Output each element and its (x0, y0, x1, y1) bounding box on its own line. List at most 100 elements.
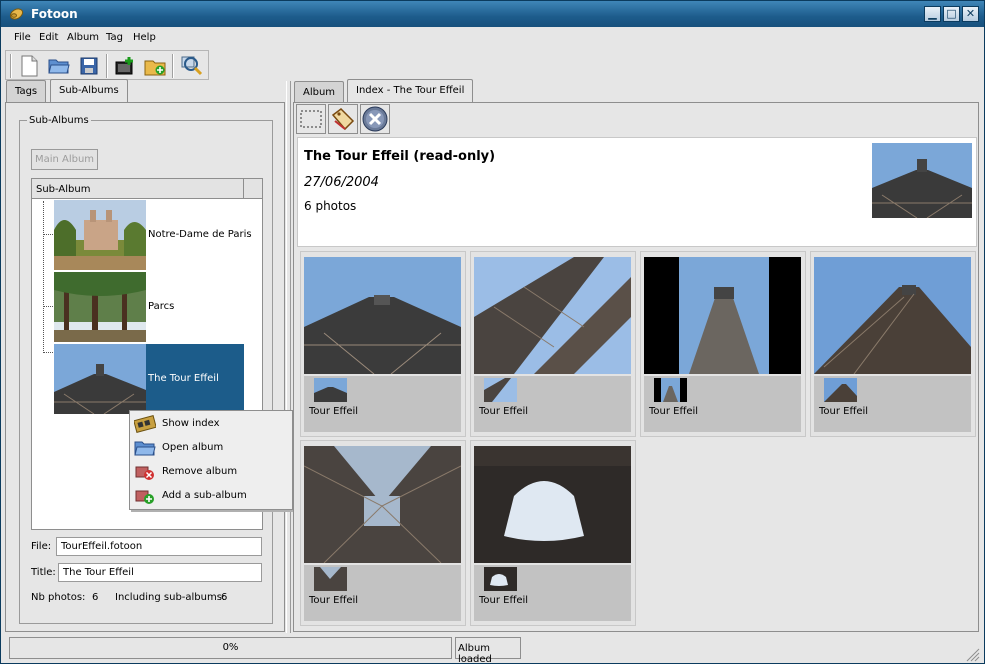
title-bar[interactable]: Fotoon ▁ □ ✕ (1, 1, 984, 27)
toolbar-separator (172, 54, 174, 78)
photo-caption: Tour Effeil (479, 595, 529, 606)
save-button[interactable] (76, 54, 102, 78)
open-folder-icon (48, 59, 70, 74)
maximize-icon: □ (946, 7, 957, 20)
open-button[interactable] (46, 54, 72, 78)
close-circle-icon (362, 106, 388, 132)
nb-photos-value: 6 (92, 592, 99, 603)
tree-item-notre-dame[interactable]: Notre-Dame de Paris (54, 200, 252, 270)
menu-item-show-index[interactable]: Show index (132, 413, 290, 435)
menu-item-label: Show index (162, 418, 220, 429)
maximize-button[interactable]: □ (943, 6, 960, 22)
photo-item[interactable]: Tour Effeil (810, 251, 976, 437)
menu-item-remove-album[interactable]: Remove album (132, 461, 290, 483)
app-window: Fotoon ▁ □ ✕ File Edit Album Tag Help Ta… (0, 0, 985, 664)
new-button[interactable] (16, 54, 42, 78)
photo-caption: Tour Effeil (649, 406, 699, 417)
close-index-button[interactable] (360, 104, 390, 134)
menu-tag[interactable]: Tag (106, 32, 123, 43)
add-to-album-button[interactable] (112, 54, 138, 78)
menu-album[interactable]: Album (67, 32, 99, 43)
photo-item[interactable]: Tour Effeil (300, 251, 466, 437)
menu-item-open-album[interactable]: Open album (132, 437, 290, 459)
film-strip-icon (134, 415, 156, 433)
menu-edit[interactable]: Edit (39, 32, 58, 43)
photo-item[interactable]: Tour Effeil (640, 251, 806, 437)
photo-caption-box: Tour Effeil (304, 565, 461, 621)
pane-splitter[interactable] (286, 81, 291, 633)
select-frame-icon (300, 110, 322, 128)
menu-file[interactable]: File (14, 32, 31, 43)
tree-line (43, 352, 53, 353)
photo-mini-thumbnail (314, 378, 347, 402)
index-toolbar (296, 104, 391, 134)
tree-item-tour-effeil[interactable]: The Tour Effeil (54, 344, 244, 414)
sub-albums-group-label: Sub-Albums (27, 115, 91, 126)
tree-header: Sub-Album (32, 179, 262, 199)
tag-icon (331, 108, 355, 131)
photo-item[interactable]: Tour Effeil (470, 251, 636, 437)
close-button[interactable]: ✕ (962, 6, 979, 22)
tree-item-parcs[interactable]: Parcs (54, 272, 244, 342)
tab-tags[interactable]: Tags (6, 80, 47, 102)
album-photo-count: 6 photos (304, 199, 357, 213)
menu-item-add-sub-album[interactable]: Add a sub-album (132, 485, 290, 507)
column-header-sub-album[interactable]: Sub-Album (32, 179, 244, 199)
file-field[interactable]: TourEffeil.fotoon (56, 537, 262, 556)
toolbar-separator (106, 54, 108, 78)
photo-item[interactable]: Tour Effeil (470, 440, 636, 626)
minimize-icon: ▁ (928, 7, 937, 20)
tab-index[interactable]: Index - The Tour Effeil (347, 79, 474, 103)
album-date: 27/06/2004 (304, 175, 379, 190)
tag-button[interactable] (328, 104, 358, 134)
remove-album-icon (135, 466, 154, 480)
open-folder-icon (134, 441, 156, 456)
select-button[interactable] (296, 104, 326, 134)
new-document-icon (21, 55, 38, 77)
menu-item-label: Open album (162, 442, 224, 453)
new-album-button[interactable] (142, 54, 168, 78)
title-field[interactable]: The Tour Effeil (58, 563, 262, 582)
search-icon (181, 56, 203, 76)
close-icon: ✕ (965, 7, 976, 20)
main-toolbar (5, 50, 209, 80)
menu-help[interactable]: Help (133, 32, 156, 43)
minimize-button[interactable]: ▁ (924, 6, 941, 22)
file-label: File: (31, 541, 52, 552)
tab-sub-albums[interactable]: Sub-Albums (50, 79, 128, 103)
photo-caption-box: Tour Effeil (474, 565, 631, 621)
photo-grid: Tour Effeil Tour Effeil Tour Effeil Tour… (297, 249, 977, 629)
photo-mini-thumbnail (654, 378, 687, 402)
resize-grip-icon[interactable] (964, 646, 980, 662)
photo-mini-thumbnail (484, 567, 517, 591)
photo-caption: Tour Effeil (309, 406, 359, 417)
photo-image (814, 257, 971, 374)
album-header: The Tour Effeil (read-only) 27/06/2004 6… (297, 137, 977, 247)
add-album-icon (135, 490, 154, 504)
save-icon (80, 57, 98, 75)
photo-image (474, 257, 631, 374)
tab-sub-albums-label: Sub-Albums (59, 85, 119, 96)
tab-album[interactable]: Album (294, 81, 345, 103)
main-album-button[interactable]: Main Album (31, 149, 98, 170)
photo-image (304, 446, 461, 563)
add-to-album-icon (115, 57, 133, 75)
progress-bar: 0% (9, 637, 452, 659)
search-button[interactable] (179, 54, 205, 78)
menu-item-label: Remove album (162, 466, 238, 477)
tab-index-label: Index - The Tour Effeil (356, 85, 465, 96)
photo-mini-thumbnail (824, 378, 857, 402)
menu-item-label: Add a sub-album (162, 490, 247, 501)
including-value: 6 (221, 592, 228, 603)
photo-caption-box: Tour Effeil (474, 376, 631, 432)
status-message: Album loaded (455, 637, 521, 664)
photo-caption: Tour Effeil (819, 406, 869, 417)
photo-item[interactable]: Tour Effeil (300, 440, 466, 626)
title-label: Title: (31, 567, 56, 578)
album-title: The Tour Effeil (read-only) (304, 149, 496, 164)
notre-dame-thumbnail (54, 200, 146, 270)
parcs-thumbnail (54, 272, 146, 342)
photo-caption-box: Tour Effeil (644, 376, 801, 432)
photo-mini-thumbnail (484, 378, 517, 402)
tree-line (43, 306, 53, 307)
